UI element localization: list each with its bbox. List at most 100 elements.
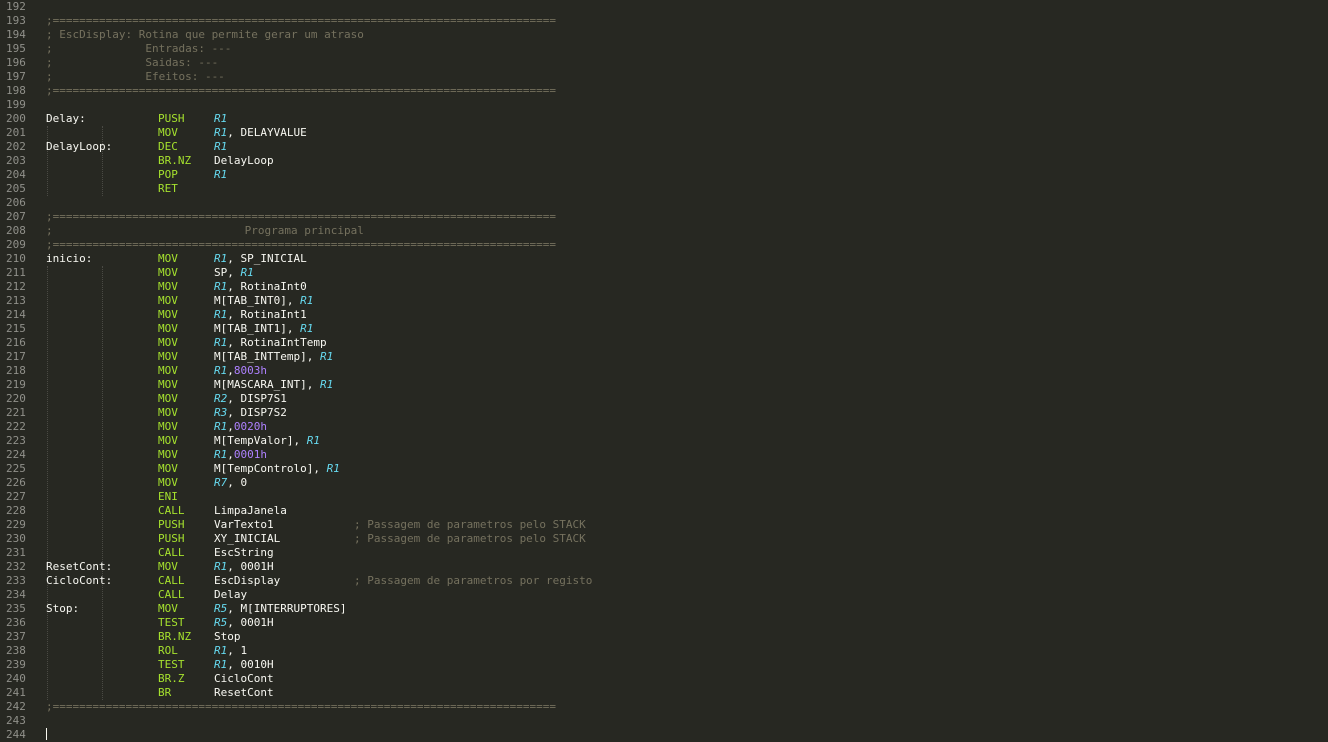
code-line[interactable]: 222 MOV R1,0020h [0, 420, 1328, 434]
code-line[interactable]: 242 ;====================================… [0, 700, 1328, 714]
code-line[interactable]: 200 Delay: PUSH R1 [0, 112, 1328, 126]
line-number: 237 [6, 630, 26, 643]
instruction-opcode: CALL [158, 588, 185, 601]
register-token: R7 [214, 476, 228, 489]
code-line[interactable]: 202 DelayLoop: DEC R1 [0, 140, 1328, 154]
register-token: R1 [214, 336, 228, 349]
code-line[interactable]: 197 ; Efeitos: --- [0, 70, 1328, 84]
code-line[interactable]: 194 ; EscDisplay: Rotina que permite gera… [0, 28, 1328, 42]
code-line[interactable]: 215 MOV M[TAB_INT1], R1 [0, 322, 1328, 336]
code-line[interactable]: 234 CALL Delay [0, 588, 1328, 602]
instruction-opcode: DEC [158, 140, 178, 153]
register-token: R1 [214, 644, 228, 657]
code-line[interactable]: 214 MOV R1, RotinaInt1 [0, 308, 1328, 322]
instruction-opcode: TEST [158, 658, 185, 671]
code-line[interactable]: 208 ; Programa principal [0, 224, 1328, 238]
line-number: 222 [6, 420, 26, 433]
code-line[interactable]: 207 ;====================================… [0, 210, 1328, 224]
code-line[interactable]: 225 MOV M[TempControlo], R1 [0, 462, 1328, 476]
instruction-operands: R1, 0001H [214, 560, 274, 574]
instruction-operands: R2, DISP7S1 [214, 392, 287, 406]
comment-text: ; Saidas: --- [46, 56, 219, 69]
line-number: 234 [6, 588, 26, 601]
code-line[interactable]: 238 ROL R1, 1 [0, 644, 1328, 658]
instruction-opcode: CALL [158, 574, 185, 587]
code-line[interactable]: 227 ENI [0, 490, 1328, 504]
code-line[interactable]: 243 [0, 714, 1328, 728]
line-number: 241 [6, 686, 26, 699]
line-number: 230 [6, 532, 26, 545]
code-line[interactable]: 226 MOV R7, 0 [0, 476, 1328, 490]
instruction-operands: R1 [214, 168, 227, 182]
instruction-operands: CicloCont [214, 672, 274, 686]
code-line[interactable]: 230 PUSH XY_INICIAL ; Passagem de parametro… [0, 532, 1328, 546]
operand-token: VarTexto1 [214, 518, 274, 531]
instruction-opcode: MOV [158, 448, 178, 461]
code-line[interactable]: 232 ResetCont: MOV R1, 0001H [0, 560, 1328, 574]
instruction-opcode: PUSH [158, 518, 185, 531]
code-line[interactable]: 206 [0, 196, 1328, 210]
register-token: R1 [214, 560, 228, 573]
instruction-opcode: MOV [158, 126, 178, 139]
code-line[interactable]: 223 MOV M[TempValor], R1 [0, 434, 1328, 448]
code-line[interactable]: 218 MOV R1,8003h [0, 364, 1328, 378]
code-line[interactable]: 233 CicloCont: CALL EscDisplay ; Passagem de… [0, 574, 1328, 588]
code-line[interactable]: 220 MOV R2, DISP7S1 [0, 392, 1328, 406]
code-line[interactable]: 216 MOV R1, RotinaIntTemp [0, 336, 1328, 350]
line-number: 206 [6, 196, 26, 209]
code-line[interactable]: 210 inicio: MOV R1, SP_INICIAL [0, 252, 1328, 266]
code-line[interactable]: 205 RET [0, 182, 1328, 196]
code-line[interactable]: 212 MOV R1, RotinaInt0 [0, 280, 1328, 294]
code-line[interactable]: 224 MOV R1,0001h [0, 448, 1328, 462]
line-number: 231 [6, 546, 26, 559]
line-number: 199 [6, 98, 26, 111]
code-line[interactable]: 236 TEST R5, 0001H [0, 616, 1328, 630]
register-token: R3 [214, 406, 228, 419]
code-line[interactable]: 195 ; Entradas: --- [0, 42, 1328, 56]
code-line[interactable]: 203 BR.NZ DelayLoop [0, 154, 1328, 168]
code-line[interactable]: 192 [0, 0, 1328, 14]
instruction-opcode: CALL [158, 546, 185, 559]
code-line[interactable]: 201 MOV R1, DELAYVALUE [0, 126, 1328, 140]
line-number: 236 [6, 616, 26, 629]
comment-text: ;=======================================… [46, 84, 556, 97]
instruction-opcode: PUSH [158, 532, 185, 545]
code-editor[interactable]: 192 193 ;=================================… [0, 0, 1328, 741]
code-line[interactable]: 239 TEST R1, 0010H [0, 658, 1328, 672]
code-line[interactable]: 209 ;====================================… [0, 238, 1328, 252]
code-line[interactable]: 196 ; Saidas: --- [0, 56, 1328, 70]
code-line[interactable]: 241 BR ResetCont [0, 686, 1328, 700]
code-line[interactable]: 244 [0, 728, 1328, 742]
code-line[interactable]: 237 BR.NZ Stop [0, 630, 1328, 644]
register-token: R1 [306, 434, 320, 447]
operand-token: M[MASCARA_INT], [214, 378, 320, 391]
line-number: 192 [6, 0, 26, 13]
code-line[interactable]: 228 CALL LimpaJanela [0, 504, 1328, 518]
code-line[interactable]: 198 ;====================================… [0, 84, 1328, 98]
code-line[interactable]: 235 Stop: MOV R5, M[INTERRUPTORES] [0, 602, 1328, 616]
code-line[interactable]: 231 CALL EscString [0, 546, 1328, 560]
code-line[interactable]: 213 MOV M[TAB_INT0], R1 [0, 294, 1328, 308]
line-number: 227 [6, 490, 26, 503]
code-line[interactable]: 199 [0, 98, 1328, 112]
code-line[interactable]: 221 MOV R3, DISP7S2 [0, 406, 1328, 420]
code-line[interactable]: 217 MOV M[TAB_INTTemp], R1 [0, 350, 1328, 364]
code-line[interactable]: 240 BR.Z CicloCont [0, 672, 1328, 686]
code-line[interactable]: 211 MOV SP, R1 [0, 266, 1328, 280]
code-line[interactable]: 219 MOV M[MASCARA_INT], R1 [0, 378, 1328, 392]
code-line[interactable]: 229 PUSH VarTexto1 ; Passagem de parametros… [0, 518, 1328, 532]
code-line[interactable]: 204 POP R1 [0, 168, 1328, 182]
line-number: 239 [6, 658, 26, 671]
instruction-opcode: TEST [158, 616, 185, 629]
instruction-operands: R3, DISP7S2 [214, 406, 287, 420]
line-number: 243 [6, 714, 26, 727]
instruction-operands: M[MASCARA_INT], R1 [214, 378, 333, 392]
line-number: 228 [6, 504, 26, 517]
instruction-operands: M[TempValor], R1 [214, 434, 320, 448]
operand-token: , RotinaInt0 [227, 280, 307, 293]
instruction-opcode: MOV [158, 476, 178, 489]
comment-text: ; EscDisplay: Rotina que permite gerar u… [46, 28, 364, 41]
line-number: 197 [6, 70, 26, 83]
number-token: 0001h [233, 448, 267, 461]
code-line[interactable]: 193 ;====================================… [0, 14, 1328, 28]
